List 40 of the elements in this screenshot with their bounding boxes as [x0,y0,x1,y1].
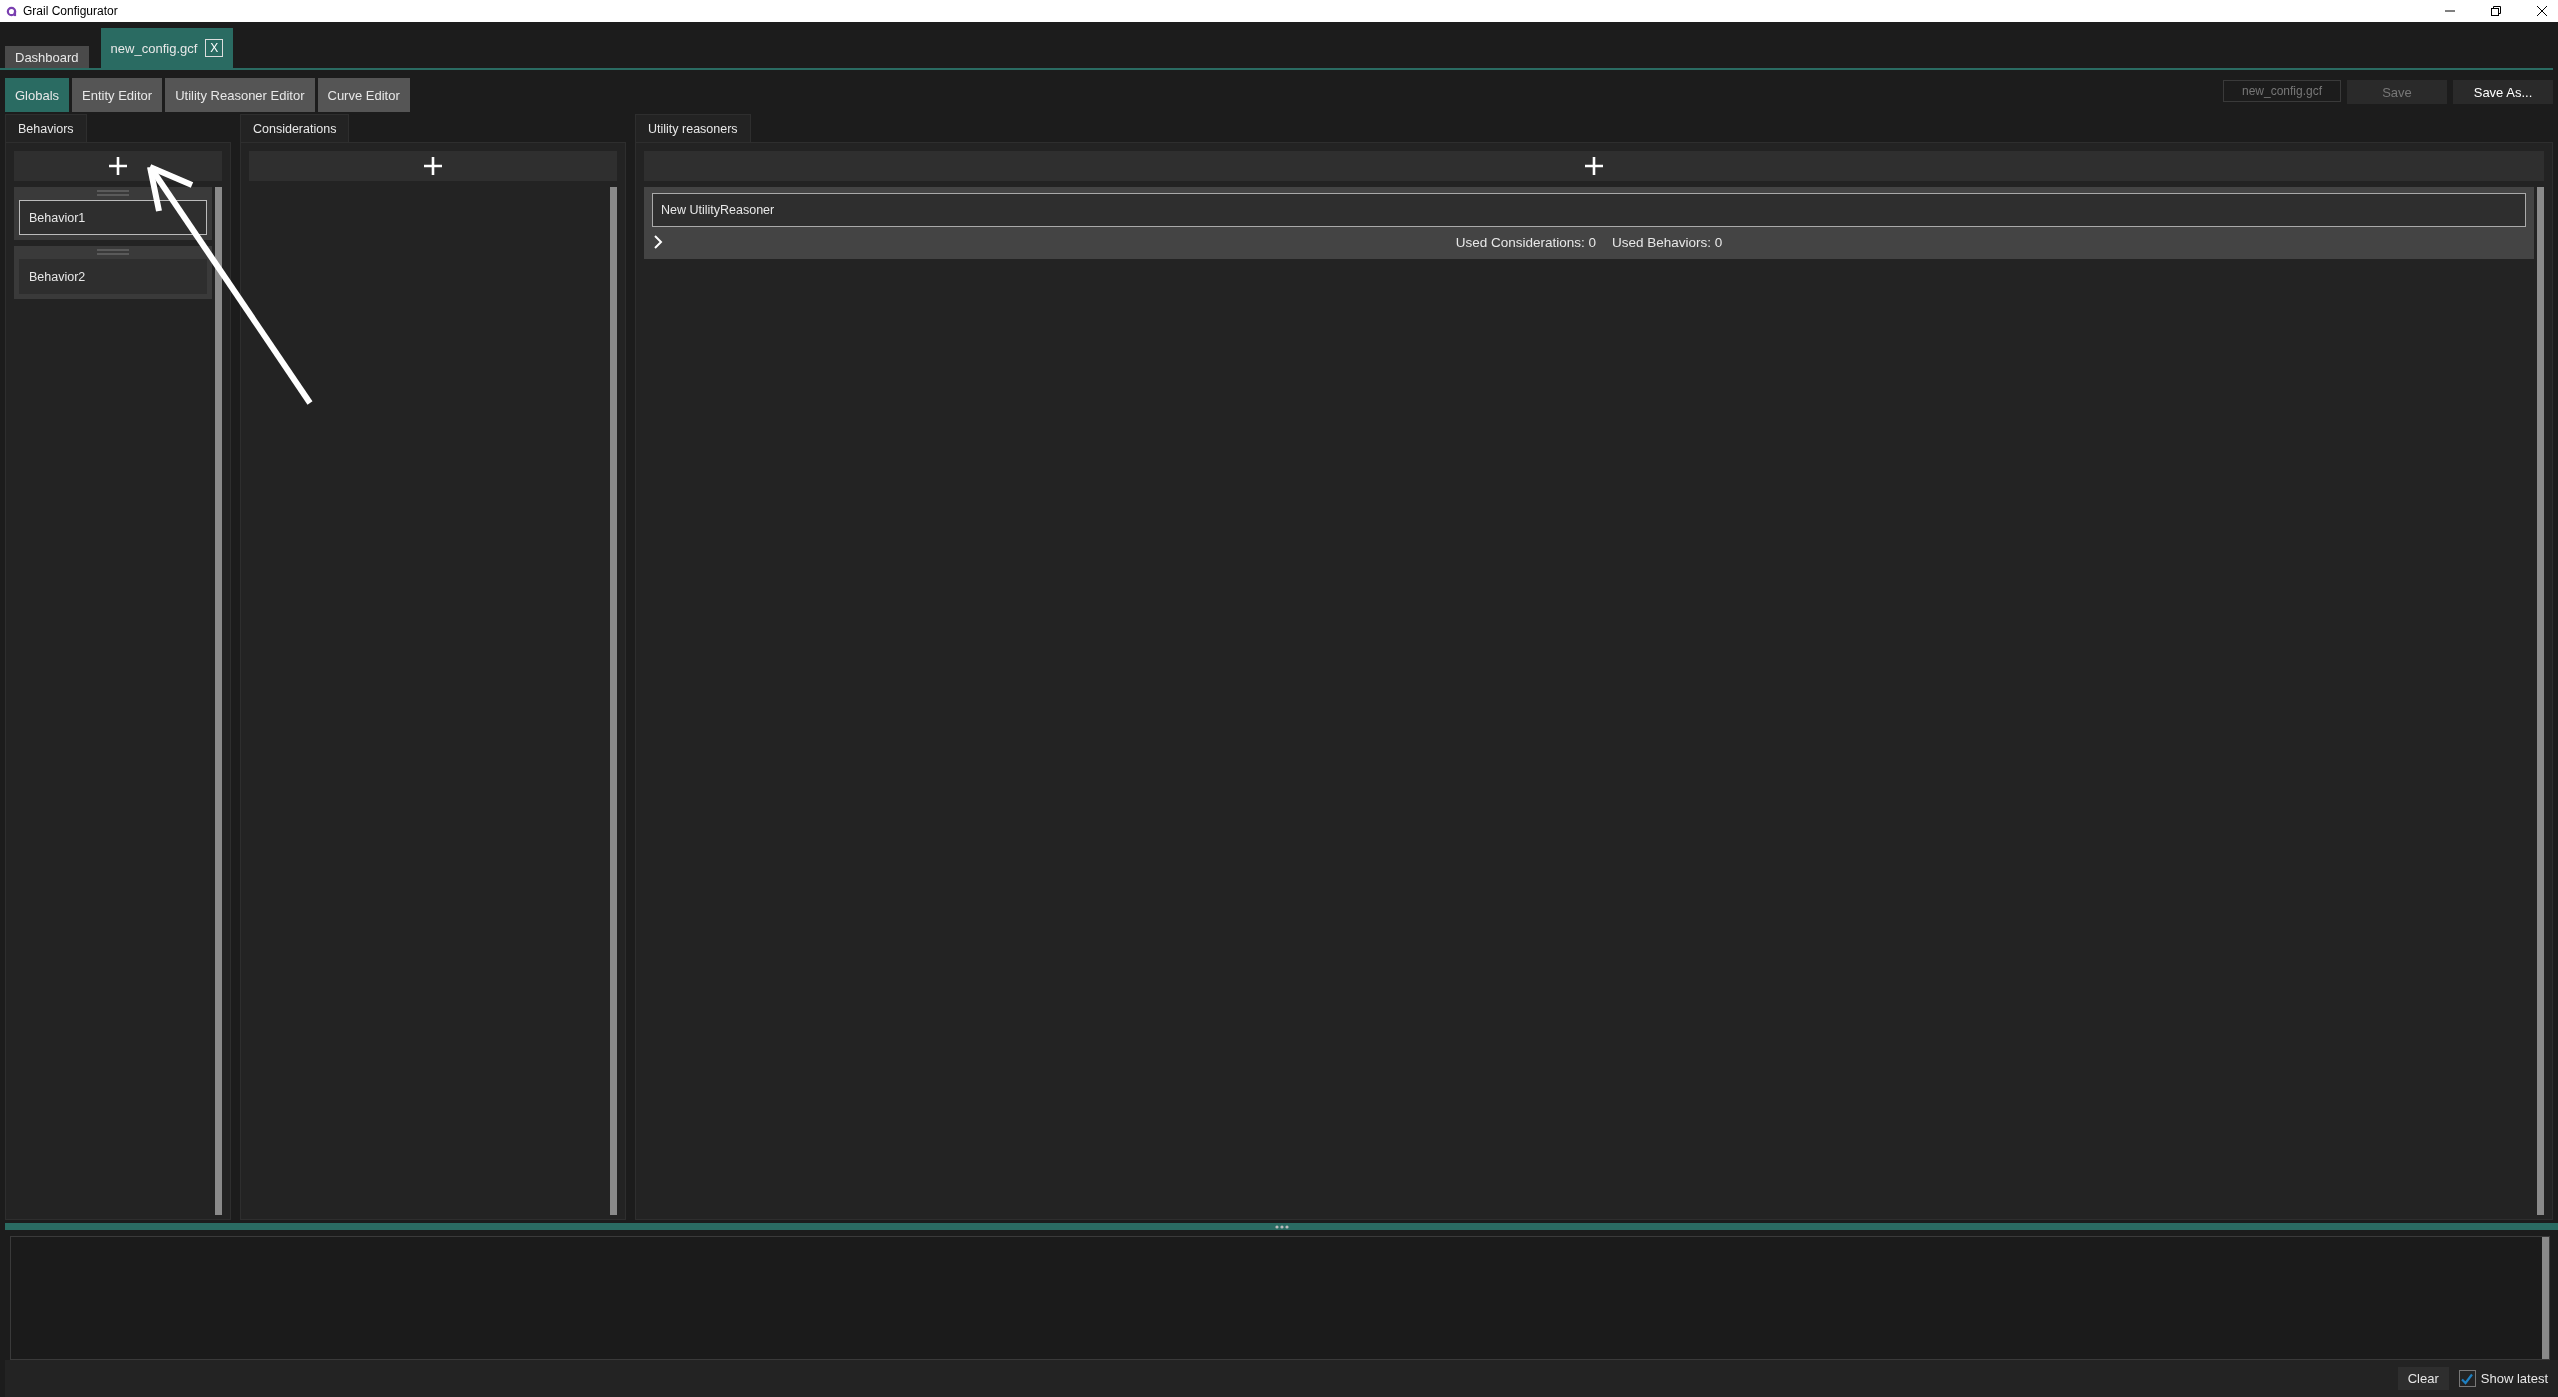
editor-tab[interactable]: Globals [5,78,70,112]
chevron-icon[interactable] [652,235,664,249]
panel-tab[interactable]: Behaviors [5,114,87,142]
close-icon[interactable] [2536,5,2548,17]
app-logo-icon [6,5,17,17]
scrollbar[interactable] [2542,1237,2549,1359]
document-tab[interactable]: new_config.gcf X [100,28,234,68]
restore-icon[interactable] [2490,5,2502,17]
scrollbar[interactable] [610,187,617,1215]
tab-label: Dashboard [15,49,79,65]
reasoner-name-field[interactable]: New UtilityReasoner [652,193,2526,227]
document-tab[interactable]: Dashboard [5,46,89,68]
plus-icon [1584,156,1604,176]
save-button[interactable]: Save As... [2453,80,2553,104]
used-behaviors-count: Used Behaviors: 0 [1612,234,1723,250]
show-latest-checkbox[interactable] [2458,1370,2476,1387]
add-button[interactable] [14,151,222,181]
behavior-card[interactable]: Behavior1 [14,187,212,240]
behavior-name-field[interactable]: Behavior2 [19,259,207,294]
editor-tab[interactable]: Curve Editor [317,78,410,112]
editor-tab[interactable]: Utility Reasoner Editor [165,78,315,112]
drag-handle-icon[interactable] [97,249,129,255]
window-title: Grail Configurator [23,4,118,18]
used-considerations-count: Used Considerations: 0 [1455,234,1596,250]
grip-dots-icon[interactable] [1274,1224,1289,1229]
editor-tab[interactable]: Entity Editor [72,78,163,112]
close-tab-button[interactable]: X [205,39,224,57]
behavior-card[interactable]: Behavior2 [14,246,212,299]
behavior-name-field[interactable]: Behavior1 [19,200,207,235]
scrollbar[interactable] [2537,187,2544,1215]
clear-button[interactable]: Clear [2397,1367,2449,1390]
panel-tab[interactable]: Utility reasoners [635,114,751,142]
checkbox-label: Show latest [2480,1371,2548,1386]
splitter-handle[interactable] [5,1223,2558,1230]
drag-handle-icon[interactable] [97,190,129,196]
scrollbar[interactable] [215,187,222,1215]
plus-icon [108,156,128,176]
tab-label: new_config.gcf [110,40,198,56]
panel-tab[interactable]: Considerations [240,114,350,142]
plus-icon [423,156,443,176]
